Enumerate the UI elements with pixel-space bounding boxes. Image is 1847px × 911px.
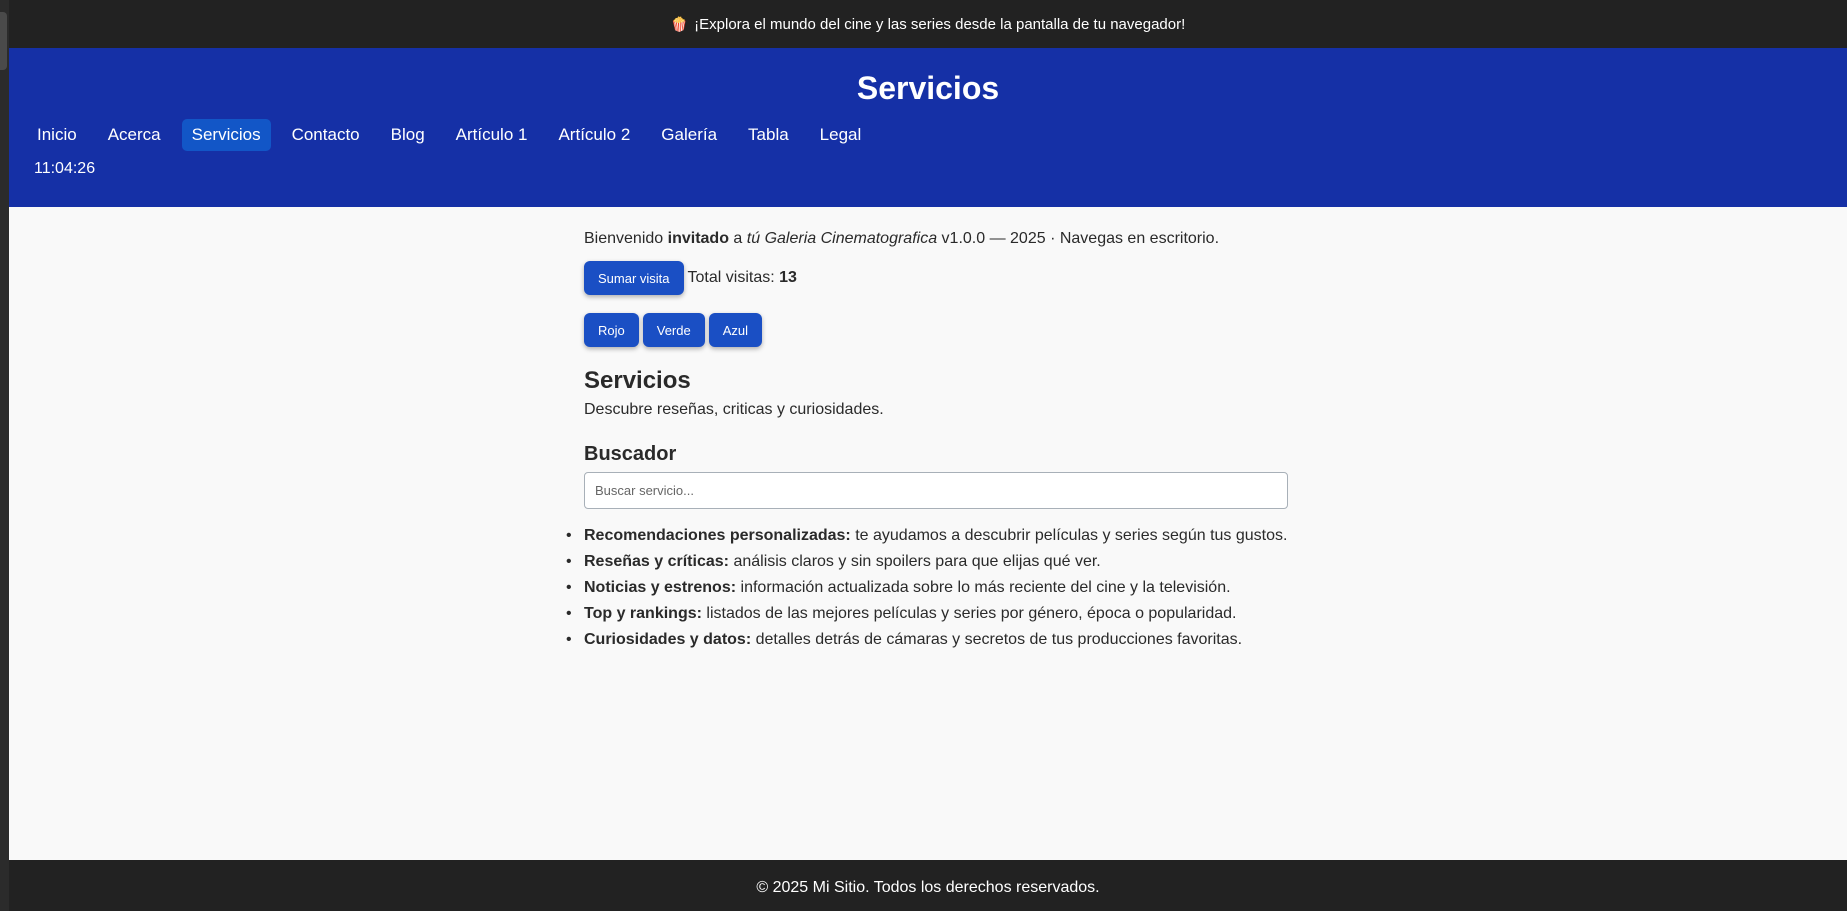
search-title: Buscador [584,443,677,465]
footer-text: © 2025 Mi Sitio. Todos los derechos rese… [756,878,1100,896]
visit-count: 13 [779,269,797,286]
nav-blog[interactable]: Blog [381,119,435,151]
nav-articulo-2[interactable]: Artículo 2 [548,119,640,151]
list-item: Recomendaciones personalizadas: te ayuda… [566,523,1296,549]
nav-galeria[interactable]: Galería [651,119,727,151]
section-description: Descubre reseñas, criticas y curiosidade… [584,401,884,418]
services-list: Recomendaciones personalizadas: te ayuda… [566,523,1296,653]
page-title: Servicios [856,70,1000,106]
list-item: Reseñas y críticas: análisis claros y si… [566,549,1296,575]
visit-label: Total visitas: [687,269,775,286]
list-item: Noticias y estrenos: información actuali… [566,575,1296,601]
service-title: Reseñas y críticas: [584,553,729,570]
nav-inicio[interactable]: Inicio [27,119,87,151]
service-title: Curiosidades y datos: [584,631,752,648]
nav-contacto[interactable]: Contacto [282,119,370,151]
page: 🍿 ¡Explora el mundo del cine y las serie… [9,0,1847,911]
service-title: Recomendaciones personalizadas: [584,527,851,544]
nav-legal[interactable]: Legal [810,119,872,151]
service-text: información actualizada sobre lo más rec… [740,579,1231,596]
list-item: Curiosidades y datos: detalles detrás de… [566,627,1296,653]
blue-button[interactable]: Azul [708,313,763,347]
nav-acerca[interactable]: Acerca [98,119,171,151]
welcome-prefix: Bienvenido [584,230,664,247]
service-title: Noticias y estrenos: [584,579,737,596]
popcorn-icon: 🍿 [670,15,689,32]
list-item: Top y rankings: listados de las mejores … [566,601,1296,627]
welcome-site: tú Galeria Cinematografica [746,230,938,247]
search-input[interactable] [584,472,1288,509]
welcome-user: invitado [667,230,729,247]
side-panel-handle[interactable] [0,12,7,70]
promo-text: ¡Explora el mundo del cine y las series … [694,15,1186,33]
welcome-message: Bienvenido invitado a tú Galeria Cinemat… [584,230,1296,248]
service-text: detalles detrás de cámaras y secretos de… [755,631,1243,648]
nav-articulo-1[interactable]: Artículo 1 [446,119,538,151]
service-text: análisis claros y sin spoilers para que … [733,553,1101,570]
visit-counter: Total visitas: 13 [688,269,797,287]
service-text: listados de las mejores películas y seri… [706,605,1237,622]
nav-tabla[interactable]: Tabla [738,119,799,151]
site-footer: © 2025 Mi Sitio. Todos los derechos rese… [9,860,1847,911]
main-content: Bienvenido invitado a tú Galeria Cinemat… [566,207,1296,653]
site-header: Servicios Inicio Acerca Servicios Contac… [9,48,1847,207]
window-edge [0,0,9,911]
promo-bar: 🍿 ¡Explora el mundo del cine y las serie… [9,0,1847,48]
clock: 11:04:26 [34,160,96,177]
add-visit-button[interactable]: Sumar visita [584,261,684,295]
welcome-mid: a [733,230,743,247]
service-title: Top y rankings: [584,605,702,622]
visit-row: Sumar visita Total visitas: 13 [584,261,1296,295]
section-title: Servicios [584,367,691,394]
color-buttons: Rojo Verde Azul [584,313,1296,347]
service-text: te ayudamos a descubrir películas y seri… [855,527,1288,544]
green-button[interactable]: Verde [642,313,705,347]
nav-servicios[interactable]: Servicios [181,119,271,151]
red-button[interactable]: Rojo [584,313,639,347]
main-nav: Inicio Acerca Servicios Contacto Blog Ar… [27,119,882,151]
welcome-suffix: v1.0.0 — 2025 · Navegas en escritorio. [941,230,1220,247]
